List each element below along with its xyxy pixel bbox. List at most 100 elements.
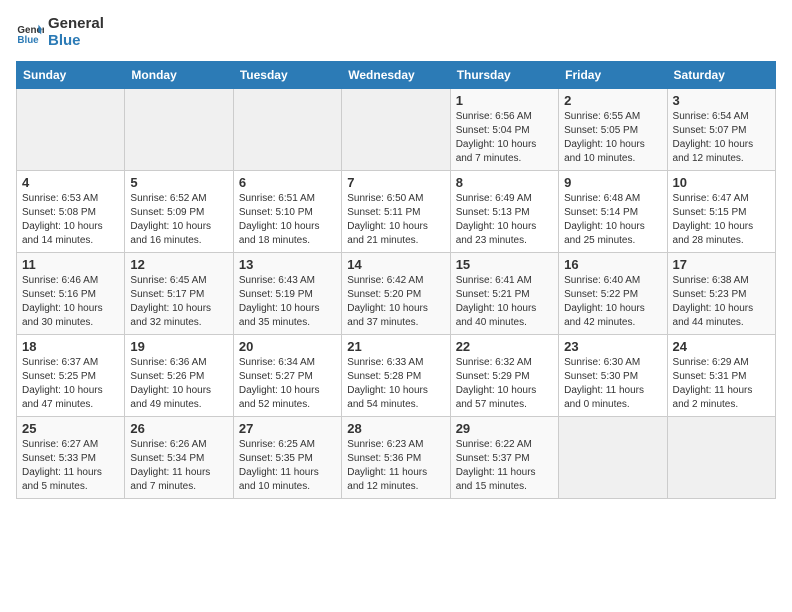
sunset-info: Sunset: 5:20 PM [347,288,444,302]
sunrise-info: Sunrise: 6:23 AM [347,438,444,452]
day-number: 12 [130,257,227,272]
day-cell: 21 Sunrise: 6:33 AM Sunset: 5:28 PM Dayl… [342,335,450,417]
day-cell: 23 Sunrise: 6:30 AM Sunset: 5:30 PM Dayl… [559,335,667,417]
day-cell: 14 Sunrise: 6:42 AM Sunset: 5:20 PM Dayl… [342,253,450,335]
day-cell [125,89,233,171]
day-cell [342,89,450,171]
sunrise-info: Sunrise: 6:34 AM [239,356,336,370]
daylight-info: Daylight: 10 hours and 30 minutes. [22,302,119,330]
daylight-info: Daylight: 10 hours and 16 minutes. [130,220,227,248]
day-cell: 15 Sunrise: 6:41 AM Sunset: 5:21 PM Dayl… [450,253,558,335]
day-cell: 22 Sunrise: 6:32 AM Sunset: 5:29 PM Dayl… [450,335,558,417]
week-row-3: 11 Sunrise: 6:46 AM Sunset: 5:16 PM Dayl… [17,253,776,335]
logo-icon: General Blue [16,19,44,47]
day-cell: 11 Sunrise: 6:46 AM Sunset: 5:16 PM Dayl… [17,253,125,335]
daylight-info: Daylight: 10 hours and 18 minutes. [239,220,336,248]
day-number: 20 [239,339,336,354]
day-number: 8 [456,175,553,190]
sunrise-info: Sunrise: 6:29 AM [673,356,770,370]
svg-text:Blue: Blue [17,34,39,45]
day-info: Sunrise: 6:34 AM Sunset: 5:27 PM Dayligh… [239,356,336,412]
day-cell: 20 Sunrise: 6:34 AM Sunset: 5:27 PM Dayl… [233,335,341,417]
sunset-info: Sunset: 5:37 PM [456,452,553,466]
day-number: 18 [22,339,119,354]
logo-blue: Blue [48,33,104,50]
day-info: Sunrise: 6:48 AM Sunset: 5:14 PM Dayligh… [564,192,661,248]
day-cell: 25 Sunrise: 6:27 AM Sunset: 5:33 PM Dayl… [17,417,125,499]
daylight-info: Daylight: 11 hours and 15 minutes. [456,466,553,494]
sunrise-info: Sunrise: 6:50 AM [347,192,444,206]
daylight-info: Daylight: 10 hours and 40 minutes. [456,302,553,330]
day-number: 7 [347,175,444,190]
day-number: 2 [564,93,661,108]
daylight-info: Daylight: 10 hours and 28 minutes. [673,220,770,248]
day-info: Sunrise: 6:53 AM Sunset: 5:08 PM Dayligh… [22,192,119,248]
daylight-info: Daylight: 11 hours and 5 minutes. [22,466,119,494]
day-cell: 10 Sunrise: 6:47 AM Sunset: 5:15 PM Dayl… [667,171,775,253]
day-cell: 16 Sunrise: 6:40 AM Sunset: 5:22 PM Dayl… [559,253,667,335]
day-cell: 12 Sunrise: 6:45 AM Sunset: 5:17 PM Dayl… [125,253,233,335]
header-row: SundayMondayTuesdayWednesdayThursdayFrid… [17,62,776,89]
daylight-info: Daylight: 10 hours and 57 minutes. [456,384,553,412]
day-cell: 27 Sunrise: 6:25 AM Sunset: 5:35 PM Dayl… [233,417,341,499]
day-info: Sunrise: 6:23 AM Sunset: 5:36 PM Dayligh… [347,438,444,494]
day-number: 15 [456,257,553,272]
column-header-thursday: Thursday [450,62,558,89]
day-info: Sunrise: 6:25 AM Sunset: 5:35 PM Dayligh… [239,438,336,494]
sunrise-info: Sunrise: 6:22 AM [456,438,553,452]
sunset-info: Sunset: 5:35 PM [239,452,336,466]
sunrise-info: Sunrise: 6:25 AM [239,438,336,452]
logo-general: General [48,16,104,33]
day-number: 22 [456,339,553,354]
daylight-info: Daylight: 11 hours and 2 minutes. [673,384,770,412]
day-number: 27 [239,421,336,436]
day-cell [559,417,667,499]
day-info: Sunrise: 6:38 AM Sunset: 5:23 PM Dayligh… [673,274,770,330]
sunset-info: Sunset: 5:26 PM [130,370,227,384]
daylight-info: Daylight: 11 hours and 12 minutes. [347,466,444,494]
sunset-info: Sunset: 5:23 PM [673,288,770,302]
daylight-info: Daylight: 11 hours and 0 minutes. [564,384,661,412]
day-cell [17,89,125,171]
day-cell: 17 Sunrise: 6:38 AM Sunset: 5:23 PM Dayl… [667,253,775,335]
day-cell [233,89,341,171]
day-number: 28 [347,421,444,436]
daylight-info: Daylight: 10 hours and 49 minutes. [130,384,227,412]
day-info: Sunrise: 6:47 AM Sunset: 5:15 PM Dayligh… [673,192,770,248]
sunset-info: Sunset: 5:29 PM [456,370,553,384]
sunrise-info: Sunrise: 6:42 AM [347,274,444,288]
day-info: Sunrise: 6:55 AM Sunset: 5:05 PM Dayligh… [564,110,661,166]
day-cell: 18 Sunrise: 6:37 AM Sunset: 5:25 PM Dayl… [17,335,125,417]
day-info: Sunrise: 6:32 AM Sunset: 5:29 PM Dayligh… [456,356,553,412]
day-number: 13 [239,257,336,272]
daylight-info: Daylight: 10 hours and 25 minutes. [564,220,661,248]
day-number: 29 [456,421,553,436]
day-info: Sunrise: 6:56 AM Sunset: 5:04 PM Dayligh… [456,110,553,166]
day-number: 5 [130,175,227,190]
week-row-4: 18 Sunrise: 6:37 AM Sunset: 5:25 PM Dayl… [17,335,776,417]
sunset-info: Sunset: 5:28 PM [347,370,444,384]
sunset-info: Sunset: 5:30 PM [564,370,661,384]
day-number: 19 [130,339,227,354]
week-row-5: 25 Sunrise: 6:27 AM Sunset: 5:33 PM Dayl… [17,417,776,499]
sunrise-info: Sunrise: 6:38 AM [673,274,770,288]
day-cell: 29 Sunrise: 6:22 AM Sunset: 5:37 PM Dayl… [450,417,558,499]
day-number: 6 [239,175,336,190]
day-cell: 24 Sunrise: 6:29 AM Sunset: 5:31 PM Dayl… [667,335,775,417]
day-number: 11 [22,257,119,272]
sunrise-info: Sunrise: 6:33 AM [347,356,444,370]
sunset-info: Sunset: 5:04 PM [456,124,553,138]
day-number: 9 [564,175,661,190]
daylight-info: Daylight: 10 hours and 32 minutes. [130,302,227,330]
page-header: General Blue General Blue [16,16,776,49]
sunrise-info: Sunrise: 6:56 AM [456,110,553,124]
sunset-info: Sunset: 5:17 PM [130,288,227,302]
day-info: Sunrise: 6:37 AM Sunset: 5:25 PM Dayligh… [22,356,119,412]
logo: General Blue General Blue [16,16,104,49]
sunset-info: Sunset: 5:09 PM [130,206,227,220]
daylight-info: Daylight: 10 hours and 42 minutes. [564,302,661,330]
day-info: Sunrise: 6:33 AM Sunset: 5:28 PM Dayligh… [347,356,444,412]
daylight-info: Daylight: 11 hours and 10 minutes. [239,466,336,494]
day-info: Sunrise: 6:43 AM Sunset: 5:19 PM Dayligh… [239,274,336,330]
day-info: Sunrise: 6:52 AM Sunset: 5:09 PM Dayligh… [130,192,227,248]
